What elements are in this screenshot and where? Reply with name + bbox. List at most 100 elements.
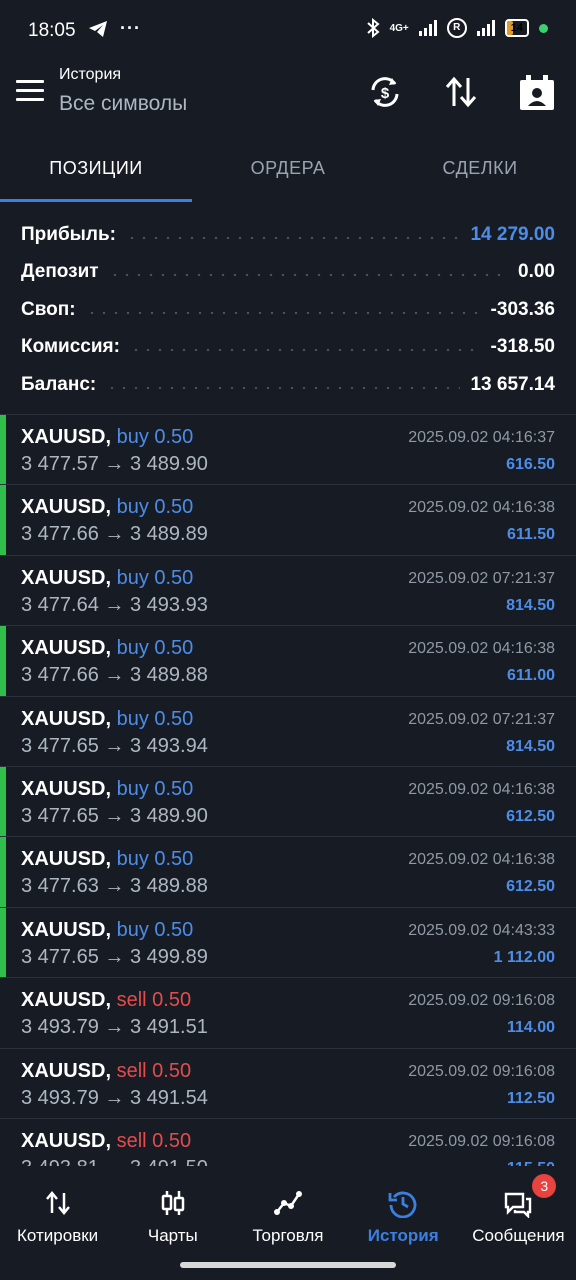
position-row[interactable]: XAUUSD, buy 0.50 3 477.66 → 3 489.88 2025.… xyxy=(0,626,576,697)
nav-quotes-label: Котировки xyxy=(17,1226,99,1245)
position-time: 2025.09.02 04:16:38 xyxy=(408,851,555,869)
position-prices: 3 477.65 → 3 499.89 xyxy=(21,945,208,968)
signal-icon-2 xyxy=(476,20,495,36)
position-type: sell 0.50 xyxy=(116,1129,192,1152)
symbol-name: XAUUSD, xyxy=(21,918,112,941)
profit-label: Прибыль: xyxy=(21,223,116,245)
symbol-filter[interactable]: Все символы xyxy=(59,92,187,116)
nav-quotes[interactable]: Котировки xyxy=(0,1166,115,1256)
position-row[interactable]: XAUUSD, buy 0.50 3 477.65 → 3 493.94 2025.… xyxy=(0,697,576,767)
home-indicator[interactable] xyxy=(180,1262,396,1268)
symbol-name: XAUUSD, xyxy=(21,707,112,730)
position-symbol: XAUUSD, sell 0.50 xyxy=(21,989,191,1012)
commission-value: -318.50 xyxy=(490,336,555,358)
nav-history[interactable]: История xyxy=(346,1166,461,1256)
position-time: 2025.09.02 07:21:37 xyxy=(408,569,555,587)
position-prices: 3 477.63 → 3 489.88 xyxy=(21,875,208,898)
trade-icon xyxy=(274,1191,302,1215)
menu-icon[interactable] xyxy=(16,80,44,102)
position-symbol: XAUUSD, buy 0.50 xyxy=(21,919,193,942)
summary-profit-row: Прибыль: 14 279.00 xyxy=(0,216,576,254)
symbol-name: XAUUSD, xyxy=(21,1129,112,1152)
position-symbol: XAUUSD, buy 0.50 xyxy=(21,496,193,519)
position-symbol: XAUUSD, buy 0.50 xyxy=(21,778,193,801)
position-prices: 3 493.79 → 3 491.54 xyxy=(21,1086,208,1109)
page-title: История xyxy=(59,66,122,83)
position-row[interactable]: XAUUSD, sell 0.50 3 493.79 → 3 491.54 2025… xyxy=(0,1049,576,1119)
position-prices: 3 477.64 → 3 493.93 xyxy=(21,593,208,616)
charts-icon xyxy=(161,1191,185,1215)
swap-label: Своп: xyxy=(21,298,76,320)
position-time: 2025.09.02 09:16:08 xyxy=(408,992,555,1010)
position-row[interactable]: XAUUSD, buy 0.50 3 477.64 → 3 493.93 2025.… xyxy=(0,556,576,627)
report-button[interactable] xyxy=(517,72,557,112)
symbol-name: XAUUSD, xyxy=(21,566,112,589)
position-time: 2025.09.02 04:16:38 xyxy=(408,499,555,517)
status-time: 18:05 xyxy=(28,20,76,41)
swap-value: -303.36 xyxy=(490,298,555,320)
nav-messages-label: Сообщения xyxy=(472,1226,565,1245)
tab-deals[interactable]: СДЕЛКИ xyxy=(384,140,576,202)
position-type: buy 0.50 xyxy=(116,426,194,448)
bluetooth-icon xyxy=(366,18,380,38)
symbol-name: XAUUSD, xyxy=(21,777,112,800)
network-type: 4G+ xyxy=(389,22,409,34)
bottom-nav: Котировки Чарты Торговля История 3 Сообщ… xyxy=(0,1166,576,1256)
position-list[interactable]: XAUUSD, buy 0.50 3 477.57 → 3 489.90 2025.… xyxy=(0,414,576,1167)
nav-charts-label: Чарты xyxy=(147,1226,198,1245)
position-time: 2025.09.02 04:16:37 xyxy=(408,429,555,446)
calendar-user-icon xyxy=(520,75,554,110)
position-type: buy 0.50 xyxy=(116,848,194,871)
position-prices: 3 477.65 → 3 489.90 xyxy=(21,804,208,827)
history-icon xyxy=(388,1191,417,1218)
nav-trade[interactable]: Торговля xyxy=(230,1166,345,1256)
nav-history-label: История xyxy=(367,1226,439,1245)
position-profit: 611.50 xyxy=(506,526,555,544)
position-time: 2025.09.02 09:16:08 xyxy=(408,1132,555,1150)
symbol-name: XAUUSD, xyxy=(21,1059,112,1082)
currency-sync-icon: $ xyxy=(371,77,399,107)
dot-leader xyxy=(125,236,461,239)
quotes-icon xyxy=(45,1191,70,1215)
nav-messages[interactable]: 3 Сообщения xyxy=(461,1166,576,1256)
position-time: 2025.09.02 04:16:38 xyxy=(408,640,555,658)
nav-trade-label: Торговля xyxy=(252,1226,324,1245)
telegram-icon xyxy=(89,20,107,37)
summary-balance-row: Баланс: 13 657.14 xyxy=(0,366,576,404)
position-symbol: XAUUSD, buy 0.50 xyxy=(21,708,193,731)
sort-icon xyxy=(445,76,477,108)
position-row[interactable]: XAUUSD, buy 0.50 3 477.66 → 3 489.89 2025.… xyxy=(0,485,576,556)
symbol-name: XAUUSD, xyxy=(21,848,112,871)
position-prices: 3 477.65 → 3 493.94 xyxy=(21,734,208,757)
nav-charts[interactable]: Чарты xyxy=(115,1166,230,1256)
position-type: buy 0.50 xyxy=(116,496,194,519)
position-row[interactable]: XAUUSD, buy 0.50 3 477.57 → 3 489.90 2025.… xyxy=(0,415,576,486)
messages-badge: 3 xyxy=(532,1174,557,1198)
position-row[interactable]: XAUUSD, buy 0.50 3 477.65 → 3 489.90 2025.… xyxy=(0,766,576,838)
currency-sync-button[interactable]: $ xyxy=(365,72,405,112)
position-symbol: XAUUSD, sell 0.50 xyxy=(21,1130,191,1153)
position-type: buy 0.50 xyxy=(116,918,194,941)
position-type: buy 0.50 xyxy=(116,637,194,660)
position-type: buy 0.50 xyxy=(116,566,194,589)
position-prices: 3 493.79 → 3 491.51 xyxy=(21,1016,208,1039)
commission-label: Комиссия: xyxy=(21,336,120,358)
position-profit: 814.50 xyxy=(506,596,555,614)
position-type: sell 0.50 xyxy=(116,989,192,1012)
position-profit: 612.50 xyxy=(506,878,555,896)
sort-button[interactable] xyxy=(441,72,481,112)
tab-orders[interactable]: ОРДЕРА xyxy=(192,140,384,202)
tab-positions[interactable]: ПОЗИЦИИ xyxy=(0,140,192,202)
position-row[interactable]: XAUUSD, buy 0.50 3 477.63 → 3 489.88 2025.… xyxy=(0,837,576,908)
position-time: 2025.09.02 04:43:33 xyxy=(408,921,555,939)
position-row[interactable]: XAUUSD, sell 0.503 493.81 → 3 491.502025… xyxy=(0,1119,576,1167)
profit-value: 14 279.00 xyxy=(470,223,555,245)
position-symbol: XAUUSD, buy 0.50 xyxy=(21,426,193,449)
more-notifications-icon: ··· xyxy=(120,18,141,38)
symbol-name: XAUUSD, xyxy=(21,989,112,1012)
position-profit: 611.00 xyxy=(506,667,555,685)
position-row[interactable]: XAUUSD, sell 0.50 3 493.79 → 3 491.51 2025… xyxy=(0,978,576,1049)
deposit-label: Депозит xyxy=(21,261,99,283)
signal-icon xyxy=(418,20,437,36)
position-row[interactable]: XAUUSD, buy 0.50 3 477.65 → 3 499.89 2025.… xyxy=(0,907,576,979)
